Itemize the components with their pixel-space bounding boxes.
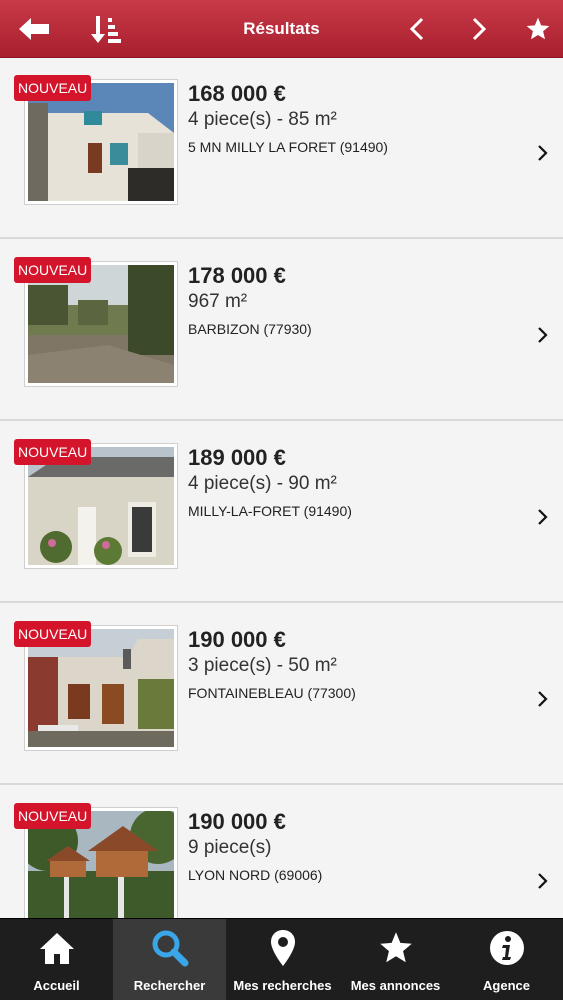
results-list: NOUVEAU 168 000 € 4 piece(s) - 85 m² 5 M…	[0, 59, 563, 918]
location: MILLY-LA-FORET (91490)	[188, 503, 352, 519]
location: FONTAINEBLEAU (77300)	[188, 685, 356, 701]
chevron-right-icon	[538, 145, 548, 161]
surface: 4 piece(s) - 90 m²	[188, 473, 337, 494]
tab-label: Rechercher	[133, 978, 206, 993]
new-badge: NOUVEAU	[14, 621, 92, 647]
surface: 3 piece(s) - 50 m²	[188, 655, 337, 676]
surface: 967 m²	[188, 291, 248, 312]
chevron-right-icon	[538, 509, 548, 525]
next-button[interactable]	[464, 0, 494, 58]
tab-label: Agence	[483, 978, 530, 993]
info-icon	[489, 931, 524, 965]
chevron-right-icon	[538, 327, 548, 343]
sort-icon	[91, 16, 121, 43]
list-item[interactable]: NOUVEAU 189 000 € 4 piece(s) - 90 m² MIL…	[0, 423, 563, 603]
star-icon	[379, 932, 412, 963]
sort-button[interactable]	[88, 0, 124, 58]
new-badge: NOUVEAU	[14, 803, 92, 829]
tab-agence[interactable]: Agence	[450, 919, 563, 1000]
new-badge: NOUVEAU	[14, 75, 92, 101]
bottom-tab-bar: Accueil Rechercher Mes recherches Mes an…	[0, 918, 563, 1000]
list-item[interactable]: NOUVEAU 178 000 € 967 m² BARBIZON (77930…	[0, 241, 563, 421]
chevron-left-icon	[409, 17, 424, 41]
tab-accueil[interactable]: Accueil	[0, 919, 113, 1000]
surface: 4 piece(s) - 85 m²	[188, 109, 337, 130]
price: 168 000 €	[188, 81, 286, 106]
location: BARBIZON (77930)	[188, 321, 312, 337]
list-item[interactable]: NOUVEAU 190 000 € 3 piece(s) - 50 m² FON…	[0, 605, 563, 785]
location: LYON NORD (69006)	[188, 867, 323, 883]
favorite-button[interactable]	[522, 0, 554, 58]
map-pin-icon	[270, 930, 295, 966]
location: 5 MN MILLY LA FORET (91490)	[188, 139, 388, 155]
back-button[interactable]	[14, 0, 54, 58]
top-navigation-bar: Résultats	[0, 0, 563, 58]
back-arrow-icon	[19, 18, 49, 40]
tab-label: Accueil	[33, 978, 80, 993]
chevron-right-icon	[472, 17, 487, 41]
surface: 9 piece(s)	[188, 837, 272, 858]
price: 189 000 €	[188, 445, 286, 470]
price: 190 000 €	[188, 627, 286, 652]
price: 178 000 €	[188, 263, 286, 288]
list-item[interactable]: NOUVEAU 168 000 € 4 piece(s) - 85 m² 5 M…	[0, 59, 563, 239]
tab-label: Mes recherches	[233, 978, 332, 993]
tab-mes-annonces[interactable]: Mes annonces	[339, 919, 452, 1000]
search-icon	[152, 930, 188, 967]
tab-rechercher[interactable]: Rechercher	[113, 919, 226, 1000]
new-badge: NOUVEAU	[14, 257, 92, 283]
list-item[interactable]: NOUVEAU 190 000 € 9 piece(s) LYON NORD (…	[0, 787, 563, 918]
home-icon	[39, 933, 74, 964]
tab-mes-recherches[interactable]: Mes recherches	[226, 919, 339, 1000]
new-badge: NOUVEAU	[14, 439, 92, 465]
star-icon	[526, 17, 550, 40]
price: 190 000 €	[188, 809, 286, 834]
chevron-right-icon	[538, 873, 548, 889]
previous-button[interactable]	[402, 0, 432, 58]
chevron-right-icon	[538, 691, 548, 707]
tab-label: Mes annonces	[350, 978, 441, 993]
